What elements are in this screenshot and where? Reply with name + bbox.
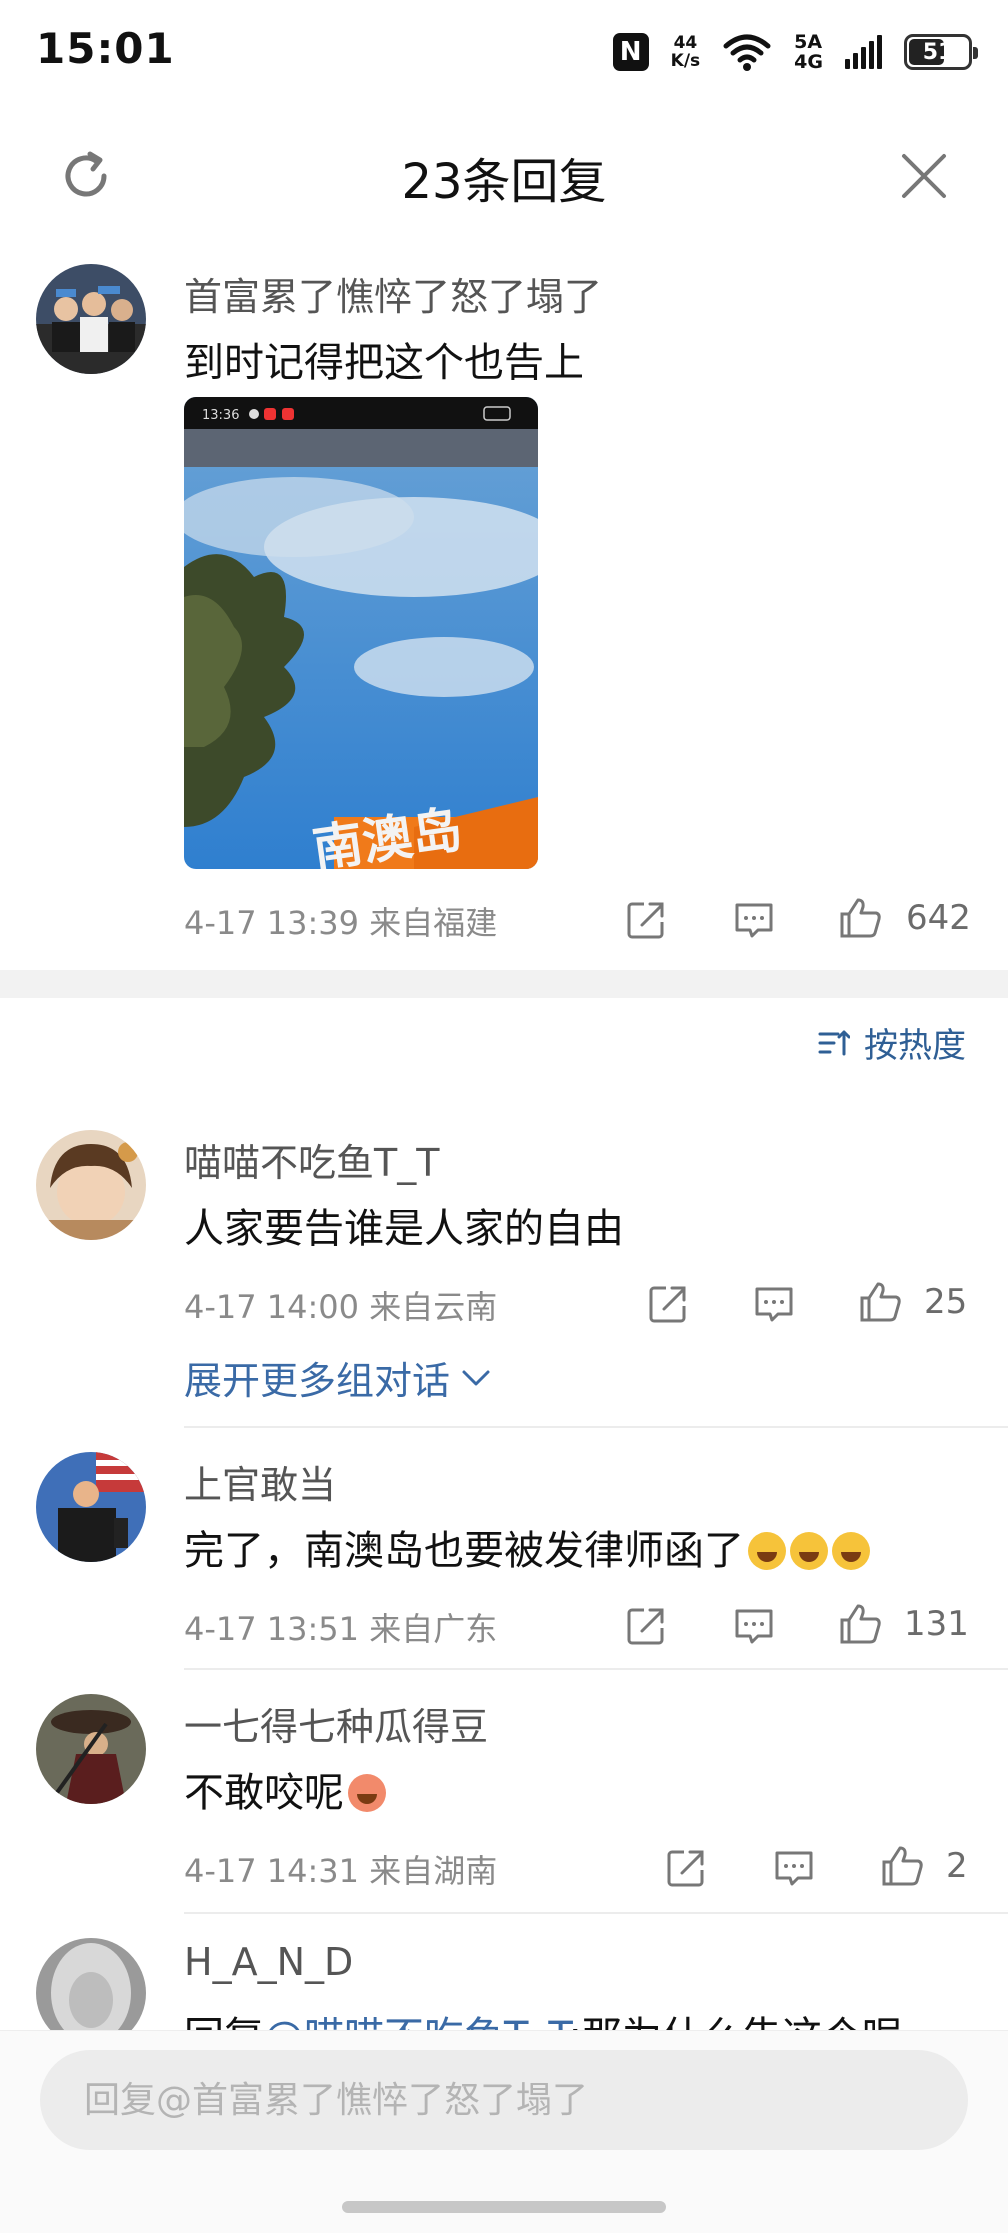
network-speed-unit: K/s (670, 51, 701, 71)
reply-text-content: 完了，南澳岛也要被发律师函了 (184, 1528, 744, 1574)
nfc-icon: N (612, 33, 649, 71)
comment-text: 到时记得把这个也告上 (184, 340, 584, 386)
share-icon[interactable] (624, 1604, 668, 1648)
close-button[interactable] (896, 148, 952, 204)
wifi-icon (722, 32, 772, 72)
sort-label: 按热度 (864, 1026, 966, 1066)
reply-input[interactable] (40, 2050, 968, 2150)
comment-username[interactable]: 首富累了憔悴了怒了塌了 (184, 266, 602, 321)
home-indicator[interactable] (342, 2201, 666, 2213)
reply-text: 不敢咬呢 (184, 1760, 386, 1818)
comment-image[interactable]: 13:36 南澳岛 (184, 397, 538, 869)
sort-icon (818, 1030, 850, 1055)
comment-icon[interactable] (732, 898, 776, 942)
like-count: 2 (946, 1846, 968, 1886)
comment-icon[interactable] (732, 1604, 776, 1648)
reply-text-content: 不敢咬呢 (184, 1770, 344, 1816)
like-count: 131 (904, 1604, 969, 1644)
reply-text: 完了，南澳岛也要被发律师函了 (184, 1518, 870, 1576)
battery-level: 51 (922, 39, 954, 65)
expand-label: 展开更多组对话 (184, 1359, 451, 1403)
reply-meta: 4-17 14:31 来自湖南 (184, 1852, 498, 1890)
like-icon[interactable] (836, 1600, 881, 1644)
laughing-crying-emoji (790, 1532, 828, 1570)
network-type: 5A 4G (794, 32, 823, 72)
like-icon[interactable] (878, 1842, 923, 1886)
image-phone-time: 13:36 (202, 408, 239, 423)
chevron-down-icon (462, 1370, 490, 1385)
reply-username[interactable]: H_A_N_D (184, 1940, 353, 1984)
like-icon[interactable] (836, 894, 881, 938)
expand-conversation-link[interactable]: 展开更多组对话 (184, 1350, 492, 1405)
divider (184, 1426, 1008, 1428)
reply-text: 人家要告谁是人家的自由 (184, 1206, 624, 1252)
like-count: 642 (906, 898, 971, 938)
comment-icon[interactable] (772, 1846, 816, 1890)
reply-username[interactable]: 上官敢当 (184, 1454, 336, 1509)
laughing-crying-emoji (832, 1532, 870, 1570)
status-icons: N 44 K/s 5A 4G 51 (612, 30, 978, 74)
network-speed: 44 K/s (671, 34, 701, 70)
reply-meta: 4-17 13:51 来自广东 (184, 1610, 498, 1648)
close-icon (902, 154, 946, 198)
battery-icon: 51 (904, 34, 978, 70)
reply-meta: 4-17 14:00 来自云南 (184, 1288, 498, 1326)
comment-meta: 4-17 13:39 来自福建 (184, 904, 498, 942)
network-type-top: 5A (794, 31, 823, 53)
network-speed-value: 44 (673, 33, 698, 53)
like-icon[interactable] (856, 1278, 901, 1322)
like-count: 25 (924, 1282, 968, 1322)
divider (184, 1668, 1008, 1670)
avatar[interactable] (36, 264, 146, 374)
laughing-crying-emoji (748, 1532, 786, 1570)
share-icon[interactable] (664, 1846, 708, 1890)
emoji (348, 1774, 386, 1812)
avatar[interactable] (36, 1452, 146, 1562)
comment-icon[interactable] (752, 1282, 796, 1326)
share-icon[interactable] (646, 1282, 690, 1326)
status-time: 15:01 (36, 24, 175, 73)
page-title: 23条回复 (401, 154, 607, 210)
avatar[interactable] (36, 1694, 146, 1804)
reply-username[interactable]: 喵喵不吃鱼T_T (184, 1132, 439, 1187)
share-icon[interactable] (624, 898, 668, 942)
divider (184, 1912, 1008, 1914)
reply-username[interactable]: 一七得七种瓜得豆 (184, 1696, 488, 1751)
network-type-bottom: 4G (794, 51, 823, 73)
avatar[interactable] (36, 1130, 146, 1240)
section-separator (0, 970, 1008, 998)
signal-icon (845, 35, 882, 69)
sort-button[interactable]: 按热度 (818, 1018, 966, 1067)
